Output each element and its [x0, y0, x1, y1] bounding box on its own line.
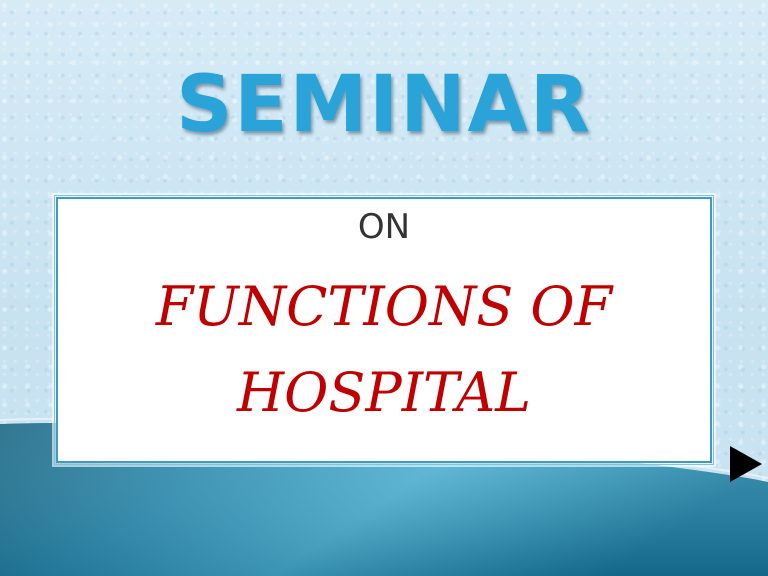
slide: SEMINAR ON FUNCTIONS OF HOSPITAL: [0, 0, 768, 576]
slide-title: SEMINAR: [176, 60, 592, 150]
subtitle-on: ON: [357, 207, 411, 247]
arrow-triangle-icon: [730, 446, 762, 482]
topic-box: ON FUNCTIONS OF HOSPITAL: [54, 195, 714, 465]
topic-line-functions-of: FUNCTIONS OF: [155, 275, 613, 338]
topic-line-hospital: HOSPITAL: [237, 361, 531, 424]
